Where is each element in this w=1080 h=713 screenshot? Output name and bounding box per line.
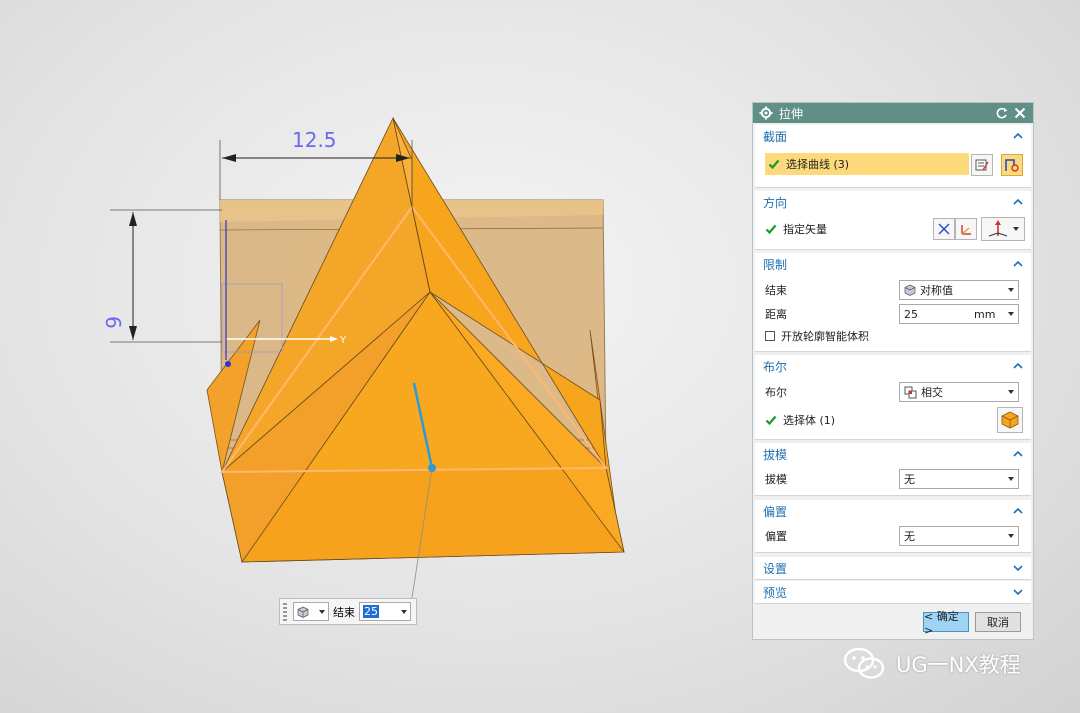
end-label: 结束 [333,605,355,619]
sketch-section-button[interactable] [971,154,993,176]
chevron-down-icon [1013,565,1023,572]
select-curve-label: 选择曲线 (3) [786,158,850,171]
limits-header[interactable]: 限制 [755,253,1031,275]
chevron-down-icon [1008,312,1014,316]
preview-panel: 预览 [755,581,1031,604]
chevron-up-icon [1013,362,1023,369]
chevron-down-icon [1008,288,1014,292]
section-panel: 截面 选择曲线 (3) [755,125,1031,188]
select-body-row: 选择体 (1) [765,409,1021,431]
dimension-horizontal: 12.5 [292,128,337,152]
open-profile-label: 开放轮廓智能体积 [781,330,869,343]
settings-panel: 设置 [755,557,1031,580]
boolean-panel: 布尔 布尔 相交 选择体 (1) [755,355,1031,440]
curve-button[interactable] [1001,154,1023,176]
end-dropdown[interactable]: 对称值 [899,280,1019,300]
chevron-up-icon [1013,132,1023,139]
chevron-down-icon [319,609,325,614]
chevron-down-icon [401,609,407,614]
watermark-text: UG一NX教程 [896,653,1021,677]
specify-vector-label: 指定矢量 [783,223,827,236]
close-icon[interactable] [1013,106,1027,120]
dialog-titlebar[interactable]: 拉伸 [753,103,1033,123]
reverse-direction-icon [938,223,950,235]
extrude-dialog: 拉伸 截面 选择曲线 (3) 方向 指定矢量 限制 结束 对称值 距离 25 m… [752,102,1034,640]
boolean-value: 相交 [921,386,943,399]
direction-title: 方向 [763,195,788,210]
end-value-text: 25 [363,605,379,618]
cube-icon [297,606,309,618]
offset-dropdown[interactable]: 无 [899,526,1019,546]
boolean-title: 布尔 [763,359,788,374]
watermark: UG一NX教程 [842,646,1021,682]
limits-panel: 限制 结束 对称值 距离 25 mm 开放轮廓智能体积 [755,253,1031,352]
vector-icon [961,225,971,235]
distance-input[interactable]: 25 mm [899,304,1019,324]
gear-icon [759,106,773,120]
limits-title: 限制 [763,257,788,272]
chevron-down-icon [1008,390,1014,394]
specify-vector-row: 指定矢量 [765,218,921,240]
end-type-dropdown[interactable] [293,602,329,621]
draft-value: 无 [904,473,915,486]
chevron-down-icon [1013,227,1019,231]
preview-title: 预览 [763,585,788,600]
chevron-up-icon [1013,198,1023,205]
onscreen-input-bar: 结束 25 [279,598,417,625]
ok-button[interactable]: < 确定 > [923,610,969,637]
draft-panel: 拔模 拔模 无 [755,443,1031,496]
chevron-down-icon [1008,534,1014,538]
select-body-button[interactable] [997,407,1023,433]
direction-panel: 方向 指定矢量 [755,191,1031,250]
distance-value: 25 [904,307,918,321]
axis-vector-icon [988,220,1008,237]
chevron-up-icon [1013,260,1023,267]
chevron-up-icon [1013,507,1023,514]
draft-title: 拔模 [763,447,788,462]
open-profile-checkbox[interactable] [765,331,775,341]
wechat-icon [843,647,885,679]
vector-dialog-button[interactable] [955,218,977,240]
end-value-input[interactable]: 25 [359,602,411,621]
offset-header[interactable]: 偏置 [755,500,1031,522]
cancel-button[interactable]: 取消 [975,612,1021,632]
chevron-down-icon [1013,589,1023,596]
section-title: 截面 [763,129,788,144]
distance-unit: mm [974,307,996,321]
open-profile-row[interactable]: 开放轮廓智能体积 [765,325,1021,347]
chevron-up-icon [1013,450,1023,457]
sketch-icon [975,159,989,171]
settings-title: 设置 [763,561,788,576]
draft-dropdown[interactable]: 无 [899,469,1019,489]
dialog-title: 拉伸 [779,106,804,121]
settings-header[interactable]: 设置 [755,557,1031,579]
offset-panel: 偏置 偏置 无 [755,500,1031,553]
draft-header[interactable]: 拔模 [755,443,1031,465]
preview-header[interactable]: 预览 [755,581,1031,603]
curve-select-icon [1005,159,1019,172]
offset-title: 偏置 [763,504,788,519]
boolean-header[interactable]: 布尔 [755,355,1031,377]
vector-type-dropdown[interactable] [981,217,1025,241]
check-icon [765,415,777,426]
solid-body-icon [1001,411,1019,429]
dimension-vertical: 6 [101,316,125,329]
reverse-direction-button[interactable] [933,218,955,240]
boolean-dropdown[interactable]: 相交 [899,382,1019,402]
chevron-down-icon [1008,477,1014,481]
select-body-label: 选择体 (1) [783,414,836,427]
axis-y-label: Y [339,335,347,346]
end-value: 对称值 [920,284,953,297]
section-header[interactable]: 截面 [755,125,1031,147]
check-icon [768,159,780,170]
intersect-icon [904,386,917,398]
cube-icon [904,284,916,296]
direction-header[interactable]: 方向 [755,191,1031,213]
offset-value: 无 [904,530,915,543]
check-icon [765,224,777,235]
drag-grip[interactable] [283,602,287,621]
reset-icon[interactable] [995,106,1009,120]
select-curve-row[interactable]: 选择曲线 (3) [765,153,969,175]
